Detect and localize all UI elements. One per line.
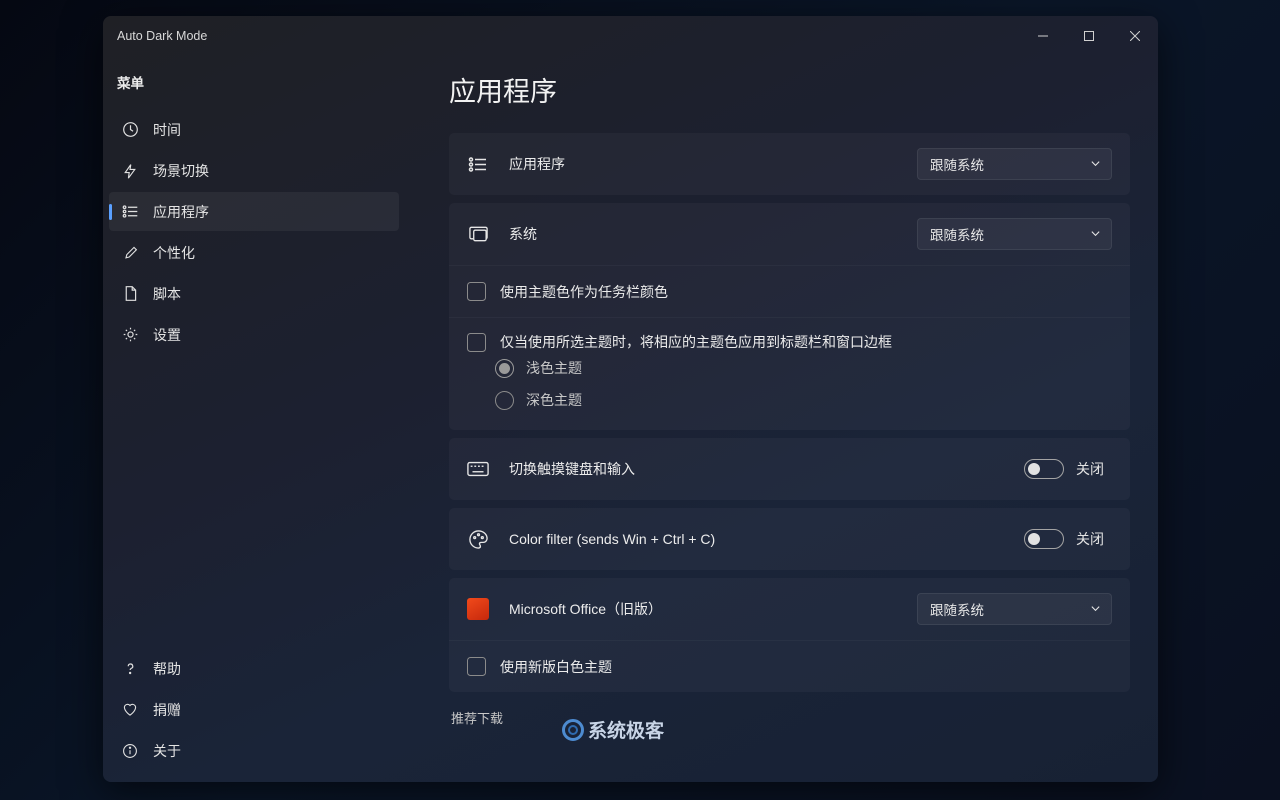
radio-light-theme[interactable] xyxy=(495,359,514,378)
list-icon xyxy=(121,203,139,221)
row-colorfilter-label: Color filter (sends Win + Ctrl + C) xyxy=(509,531,715,547)
palette-icon xyxy=(467,528,489,550)
clock-icon xyxy=(121,121,139,139)
sidebar-item-apps[interactable]: 应用程序 xyxy=(109,192,399,231)
row-apps-label: 应用程序 xyxy=(509,154,565,174)
sidebar-item-about[interactable]: 关于 xyxy=(109,731,399,770)
close-button[interactable] xyxy=(1112,16,1158,56)
label-accent-only: 仅当使用所选主题时，将相应的主题色应用到标题栏和窗口边框 xyxy=(500,332,892,352)
checkbox-accent-only[interactable] xyxy=(467,333,486,352)
sidebar-item-label: 脚本 xyxy=(153,284,181,304)
list-icon xyxy=(467,153,489,175)
sidebar-item-script[interactable]: 脚本 xyxy=(109,274,399,313)
lightning-icon xyxy=(121,162,139,180)
sidebar-heading: 菜单 xyxy=(103,66,409,110)
sidebar-item-label: 个性化 xyxy=(153,243,195,263)
main-content: 应用程序 应用程序 跟随系统 系统 xyxy=(409,56,1158,782)
app-window: Auto Dark Mode 菜单 时间 场景切换 xyxy=(103,16,1158,782)
label-taskbar-accent: 使用主题色作为任务栏颜色 xyxy=(500,282,668,302)
row-office-label: Microsoft Office（旧版） xyxy=(509,599,662,619)
sidebar-item-personalize[interactable]: 个性化 xyxy=(109,233,399,272)
brush-icon xyxy=(121,244,139,262)
sidebar: 菜单 时间 场景切换 应用程序 个性化 xyxy=(103,56,409,782)
sidebar-item-label: 场景切换 xyxy=(153,161,209,181)
titlebar: Auto Dark Mode xyxy=(103,16,1158,56)
select-office-theme[interactable]: 跟随系统 xyxy=(917,593,1112,625)
page-title: 应用程序 xyxy=(449,70,1130,109)
checkbox-office-white[interactable] xyxy=(467,657,486,676)
minimize-button[interactable] xyxy=(1020,16,1066,56)
section-recommended: 推荐下载 xyxy=(451,708,1130,727)
chevron-down-icon xyxy=(1090,227,1101,242)
row-touchkbd-label: 切换触摸键盘和输入 xyxy=(509,459,635,479)
sidebar-item-scene[interactable]: 场景切换 xyxy=(109,151,399,190)
card-office: Microsoft Office（旧版） 跟随系统 使用新版白色主题 xyxy=(449,578,1130,692)
sidebar-item-donate[interactable]: 捐赠 xyxy=(109,690,399,729)
toggle-color-filter[interactable] xyxy=(1024,529,1064,549)
office-icon xyxy=(467,598,489,620)
radio-dark-theme[interactable] xyxy=(495,391,514,410)
card-touch-keyboard: 切换触摸键盘和输入 关闭 xyxy=(449,438,1130,500)
sidebar-item-label: 捐赠 xyxy=(153,700,181,720)
toggle-touch-keyboard-state: 关闭 xyxy=(1076,459,1112,479)
card-system: 系统 跟随系统 使用主题色作为任务栏颜色 仅当使用所选主题时，将相应的主题色应用… xyxy=(449,203,1130,430)
monitor-icon xyxy=(467,223,489,245)
chevron-down-icon xyxy=(1090,157,1101,172)
sidebar-item-label: 应用程序 xyxy=(153,202,209,222)
sidebar-item-settings[interactable]: 设置 xyxy=(109,315,399,354)
row-system-label: 系统 xyxy=(509,224,537,244)
help-icon xyxy=(121,660,139,678)
toggle-color-filter-state: 关闭 xyxy=(1076,529,1112,549)
sidebar-item-label: 关于 xyxy=(153,741,181,761)
select-apps-theme[interactable]: 跟随系统 xyxy=(917,148,1112,180)
sidebar-item-time[interactable]: 时间 xyxy=(109,110,399,149)
sidebar-item-label: 帮助 xyxy=(153,659,181,679)
card-color-filter: Color filter (sends Win + Ctrl + C) 关闭 xyxy=(449,508,1130,570)
gear-icon xyxy=(121,326,139,344)
maximize-button[interactable] xyxy=(1066,16,1112,56)
toggle-touch-keyboard[interactable] xyxy=(1024,459,1064,479)
select-system-theme[interactable]: 跟随系统 xyxy=(917,218,1112,250)
label-dark-theme: 深色主题 xyxy=(526,390,582,410)
label-office-white: 使用新版白色主题 xyxy=(500,657,612,677)
sidebar-item-label: 时间 xyxy=(153,120,181,140)
label-light-theme: 浅色主题 xyxy=(526,358,582,378)
chevron-down-icon xyxy=(1090,602,1101,617)
checkbox-taskbar-accent[interactable] xyxy=(467,282,486,301)
sidebar-item-help[interactable]: 帮助 xyxy=(109,649,399,688)
sidebar-item-label: 设置 xyxy=(153,325,181,345)
document-icon xyxy=(121,285,139,303)
info-icon xyxy=(121,742,139,760)
heart-icon xyxy=(121,701,139,719)
card-apps: 应用程序 跟随系统 xyxy=(449,133,1130,195)
window-title: Auto Dark Mode xyxy=(117,29,207,43)
keyboard-icon xyxy=(467,458,489,480)
